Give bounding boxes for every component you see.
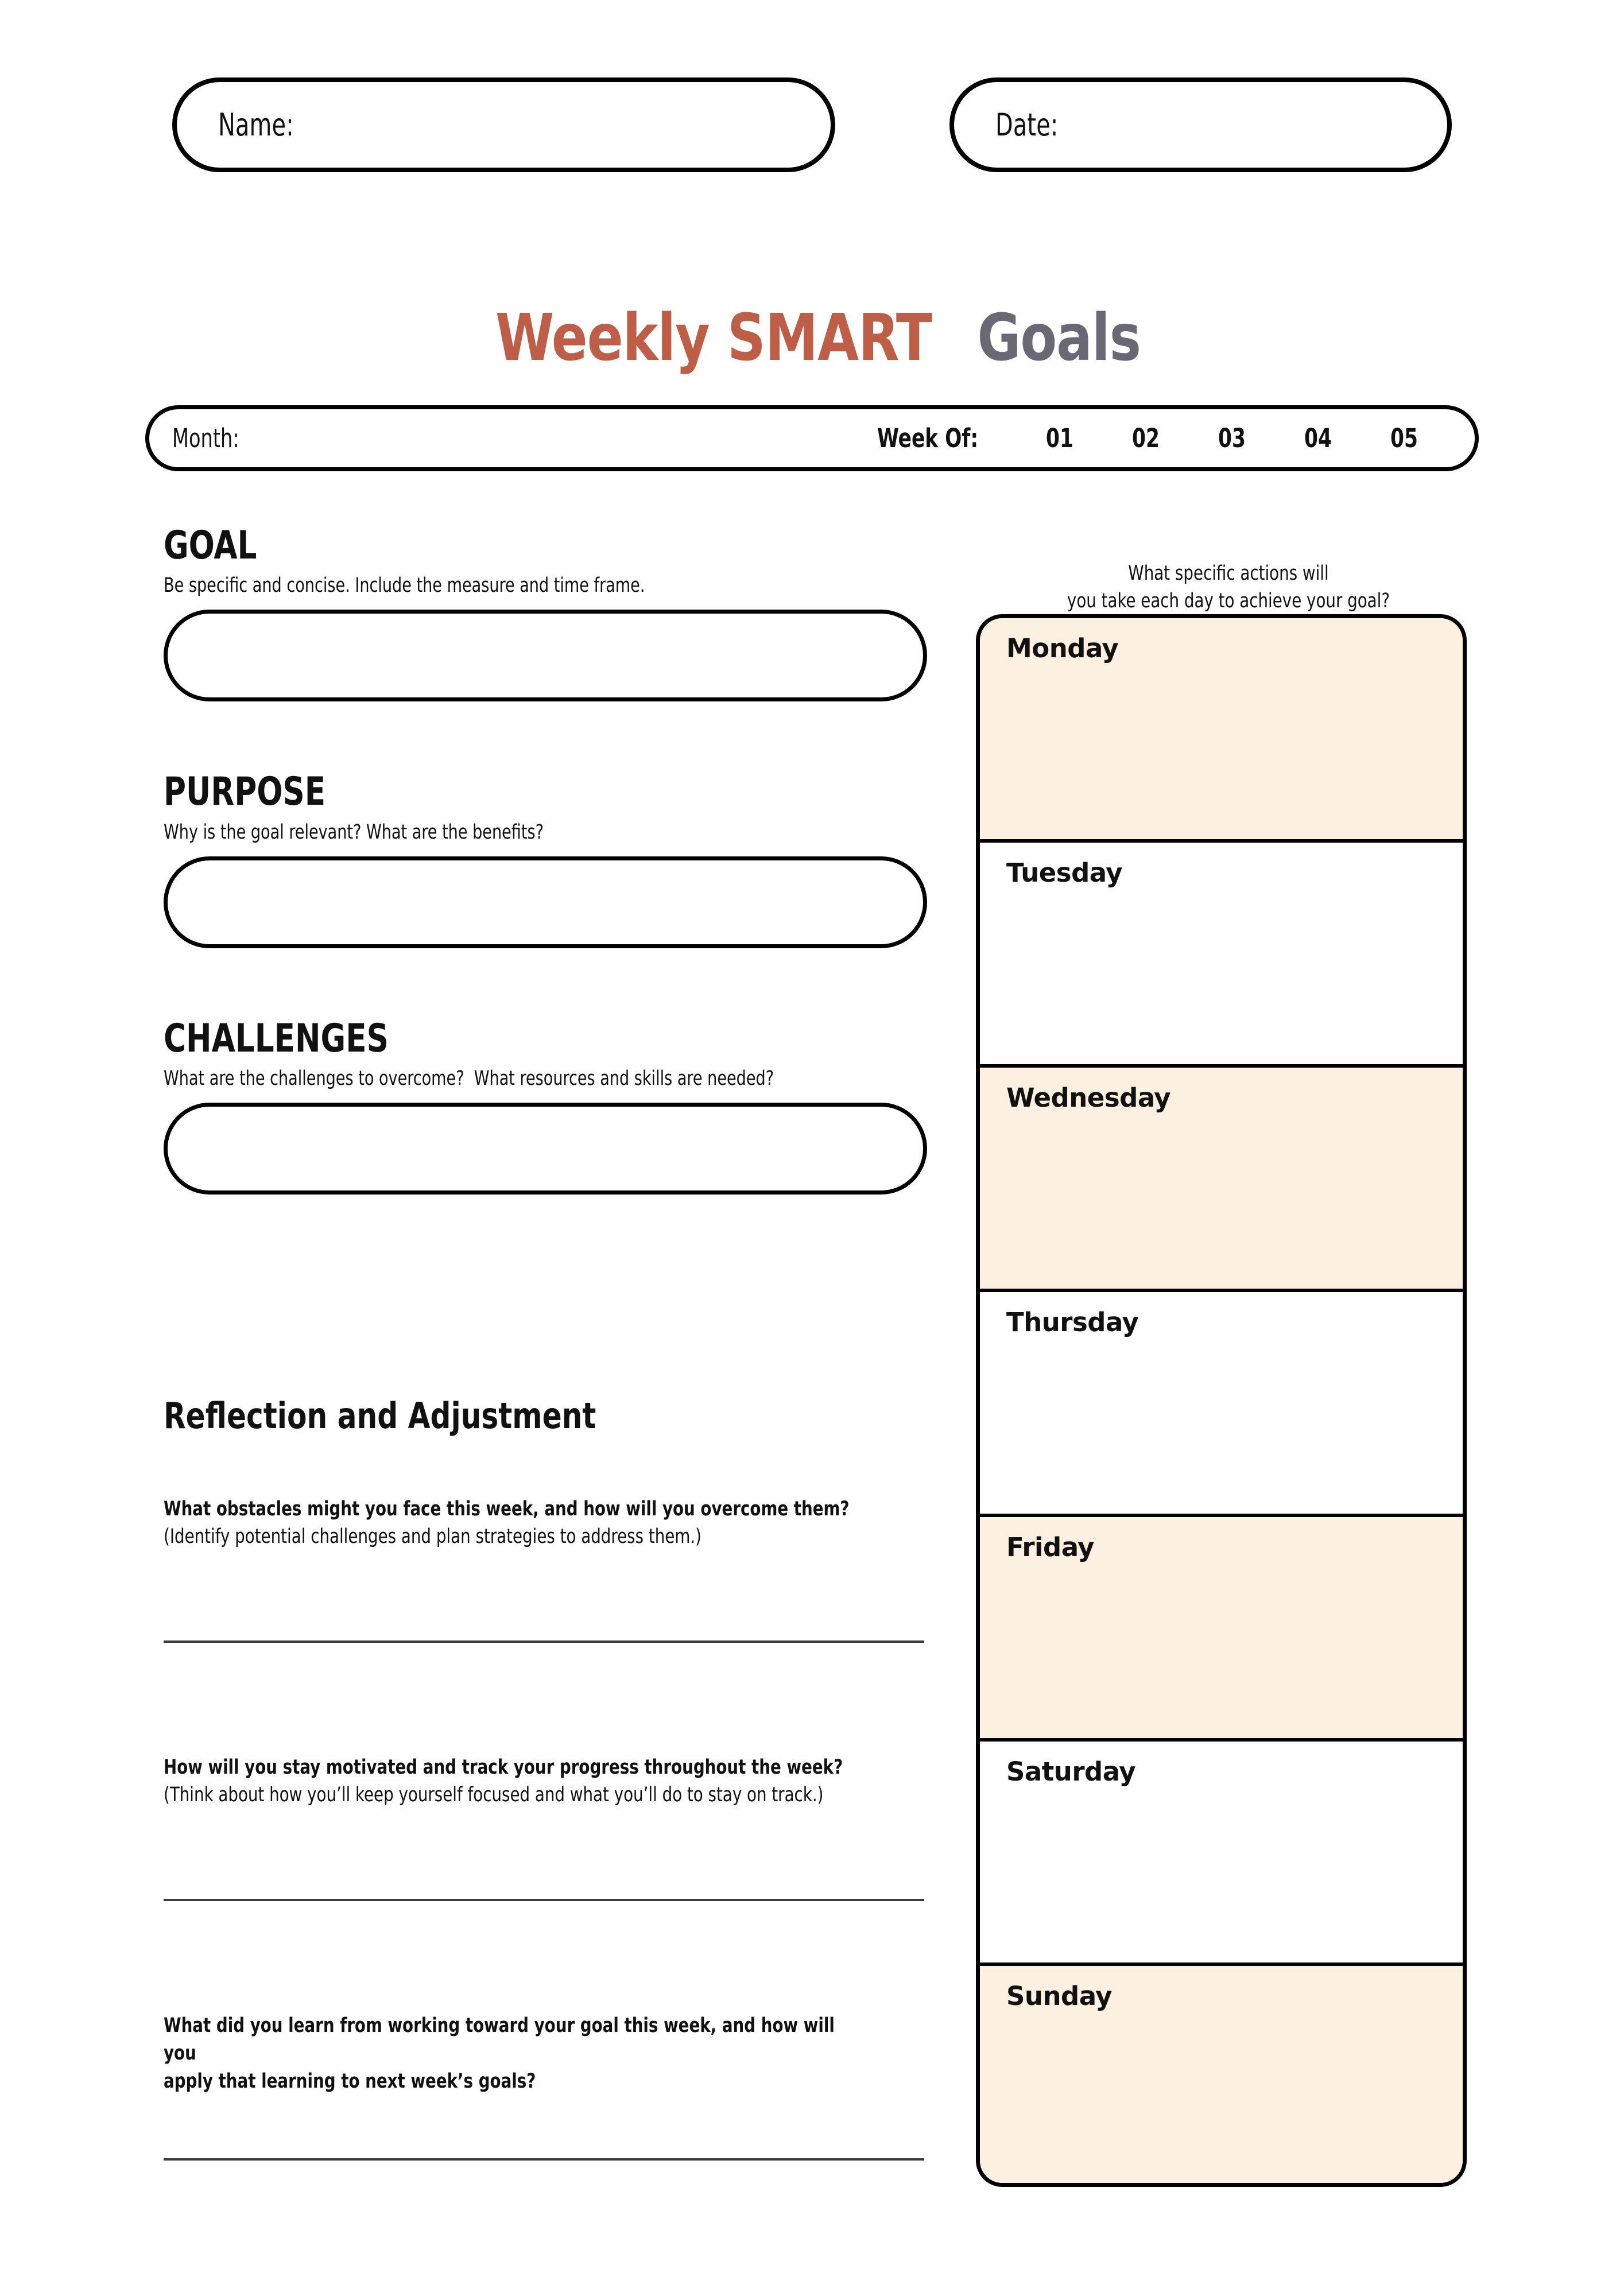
day-label-monday: Monday: [1006, 633, 1119, 664]
reflection-question-3: What did you learn from working toward y…: [164, 2012, 967, 2095]
day-label-saturday: Saturday: [1006, 1756, 1136, 1787]
section-reflection: Reflection and Adjustment What obstacles…: [164, 1395, 927, 2161]
reflection-q2-main: How will you stay motivated and track yo…: [164, 1756, 843, 1779]
page-title: Weekly SMART Goals: [0, 301, 1624, 375]
day-cell-sunday[interactable]: Sunday: [980, 1966, 1463, 2183]
day-label-tuesday: Tuesday: [1006, 858, 1123, 889]
week-selector: Week Of: 01 02 03 04 05: [877, 423, 1447, 453]
reflection-q3-main-line2: apply that learning to next week’s goals…: [164, 2069, 536, 2093]
title-accent: Weekly SMART: [495, 301, 932, 375]
week-of-label: Week Of:: [877, 423, 978, 453]
day-label-sunday: Sunday: [1006, 1981, 1113, 2012]
days-prompt-line2: you take each day to achieve your goal?: [1067, 589, 1390, 613]
reflection-q3-answer-line[interactable]: [164, 2158, 924, 2161]
date-label: Date:: [995, 107, 1059, 143]
reflection-heading: Reflection and Adjustment: [164, 1395, 596, 1437]
section-challenges: CHALLENGES What are the challenges to ov…: [164, 1015, 927, 1195]
day-label-thursday: Thursday: [1006, 1307, 1139, 1338]
worksheet-page: Name: Date: Weekly SMART Goals Month: We…: [0, 0, 1624, 2296]
date-field[interactable]: Date:: [949, 77, 1452, 172]
goal-input[interactable]: [164, 610, 927, 702]
section-goal: GOAL Be specific and concise. Include th…: [164, 523, 927, 702]
left-column: GOAL Be specific and concise. Include th…: [164, 523, 927, 1195]
reflection-q2-sub: (Think about how you’ll keep yourself fo…: [164, 1783, 824, 1807]
challenges-input[interactable]: [164, 1103, 927, 1195]
reflection-q2-answer-line[interactable]: [164, 1899, 924, 1901]
title-muted: Goals: [977, 301, 1141, 375]
week-option-02[interactable]: 02: [1109, 423, 1183, 453]
week-option-03[interactable]: 03: [1195, 423, 1269, 453]
reflection-q3-main-line1: What did you learn from working toward y…: [164, 2014, 835, 2065]
month-week-bar: Month: Week Of: 01 02 03 04 05: [145, 405, 1479, 471]
day-cell-wednesday[interactable]: Wednesday: [980, 1067, 1463, 1293]
name-label: Name:: [218, 107, 294, 143]
days-prompt: What specific actions will you take each…: [976, 560, 1481, 615]
weekly-actions-table: Monday Tuesday Wednesday Thursday Friday…: [976, 614, 1467, 2187]
reflection-question-2: How will you stay motivated and track yo…: [164, 1754, 967, 1809]
day-cell-thursday[interactable]: Thursday: [980, 1292, 1463, 1517]
purpose-heading: PURPOSE: [164, 769, 326, 815]
day-label-friday: Friday: [1006, 1531, 1095, 1562]
month-label[interactable]: Month:: [172, 423, 239, 453]
week-option-05[interactable]: 05: [1367, 423, 1441, 453]
day-label-wednesday: Wednesday: [1006, 1082, 1171, 1113]
section-purpose: PURPOSE Why is the goal relevant? What a…: [164, 771, 927, 948]
days-prompt-line1: What specific actions will: [1128, 562, 1329, 585]
day-cell-saturday[interactable]: Saturday: [980, 1741, 1463, 1967]
purpose-input[interactable]: [164, 856, 927, 948]
challenges-subtitle: What are the challenges to overcome? Wha…: [164, 1067, 774, 1091]
day-cell-tuesday[interactable]: Tuesday: [980, 843, 1463, 1068]
reflection-q1-main: What obstacles might you face this week,…: [164, 1498, 850, 1521]
goal-subtitle: Be specific and concise. Include the mea…: [164, 574, 645, 598]
week-option-01[interactable]: 01: [1023, 423, 1096, 453]
header-row: Name: Date:: [172, 77, 1452, 172]
goal-heading: GOAL: [164, 523, 257, 568]
day-cell-friday[interactable]: Friday: [980, 1517, 1463, 1742]
reflection-question-1: What obstacles might you face this week,…: [164, 1495, 967, 1551]
purpose-subtitle: Why is the goal relevant? What are the b…: [164, 820, 544, 844]
day-cell-monday[interactable]: Monday: [980, 618, 1463, 843]
name-field[interactable]: Name:: [172, 77, 835, 172]
challenges-heading: CHALLENGES: [164, 1015, 389, 1061]
reflection-q1-answer-line[interactable]: [164, 1640, 924, 1643]
week-option-04[interactable]: 04: [1281, 423, 1355, 453]
reflection-q1-sub: (Identify potential challenges and plan …: [164, 1525, 701, 1549]
